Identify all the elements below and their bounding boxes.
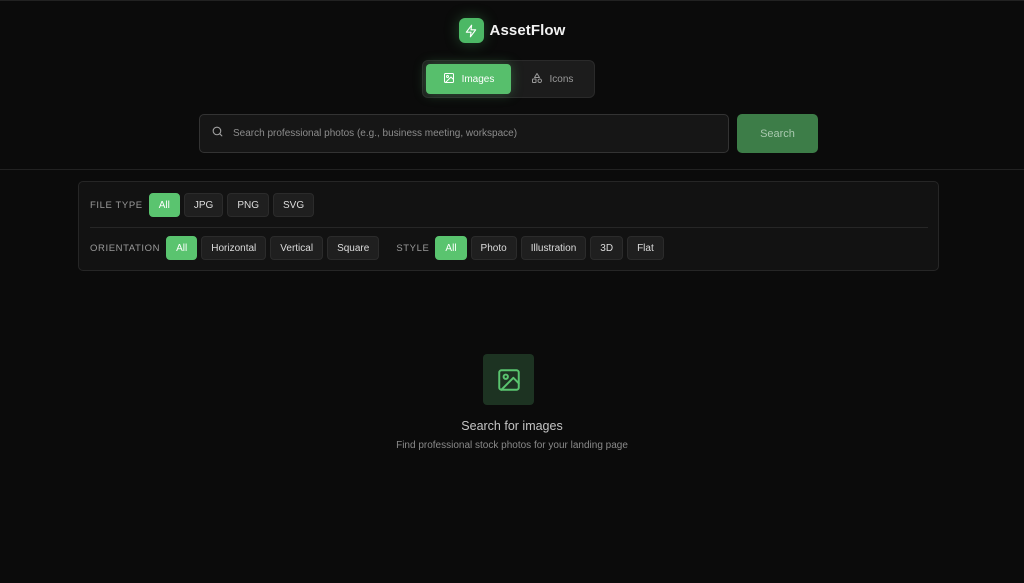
brand-name: AssetFlow [489,22,566,39]
chip-orientation-all[interactable]: All [166,236,198,260]
chip-style-photo[interactable]: Photo [470,236,517,260]
search-icon [211,125,224,143]
tab-images-label: Images [461,73,495,85]
chip-file-type-svg[interactable]: SVG [273,193,315,217]
image-icon [443,72,455,87]
chip-style-flat[interactable]: Flat [627,236,664,260]
mode-tabs: Images Icons [422,60,595,98]
search-input[interactable] [233,128,728,139]
search-button[interactable]: Search [737,114,818,153]
filter-panel: FILE TYPE All JPG PNG SVG ORIENTATION Al… [78,181,939,271]
lightning-icon [458,18,484,43]
empty-state-title: Search for images [461,419,563,433]
search-box [199,114,729,153]
chip-orientation-square[interactable]: Square [327,236,380,260]
filter-divider [90,227,928,228]
filter-label-file-type: FILE TYPE [90,199,143,211]
chip-style-illustration[interactable]: Illustration [520,236,587,260]
chip-orientation-horizontal[interactable]: Horizontal [201,236,267,260]
tab-icons[interactable]: Icons [513,64,591,94]
header-divider [0,169,1024,170]
shapes-icon [531,72,543,87]
app-root: AssetFlow Images Icons Search profession… [0,0,1024,583]
image-icon [483,354,534,405]
tab-images[interactable]: Images [426,64,511,94]
empty-state-subtitle: Find professional stock photos for your … [396,440,628,451]
chip-file-type-jpg[interactable]: JPG [183,193,224,217]
filter-label-orientation: ORIENTATION [90,242,161,254]
brand-header: AssetFlow [0,18,1024,43]
filter-label-style: STYLE [396,242,430,254]
chip-style-all[interactable]: All [435,236,467,260]
chip-orientation-vertical[interactable]: Vertical [270,236,324,260]
filter-row-orientation-style: ORIENTATION All Horizontal Vertical Squa… [90,236,668,260]
filter-row-file-type: FILE TYPE All JPG PNG SVG [90,193,318,217]
chip-file-type-all[interactable]: All [148,193,180,217]
tab-icons-label: Icons [549,73,574,85]
chip-file-type-png[interactable]: PNG [227,193,269,217]
chip-style-3d[interactable]: 3D [590,236,624,260]
